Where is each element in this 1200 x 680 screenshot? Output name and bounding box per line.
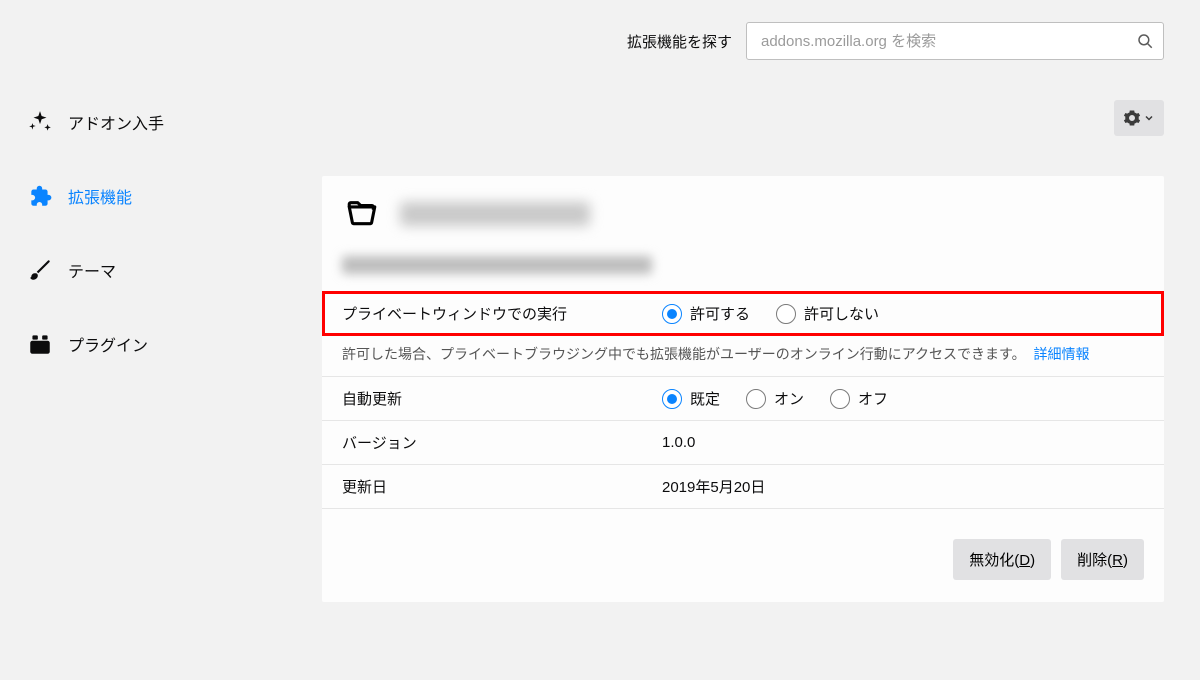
button-label: 無効化 xyxy=(969,552,1014,569)
detail-footer: 無効化(D) 削除(R) xyxy=(322,509,1164,580)
settings-menu-button[interactable] xyxy=(1114,100,1164,136)
updated-value: 2019年5月20日 xyxy=(662,476,765,497)
remove-button[interactable]: 削除(R) xyxy=(1061,539,1144,580)
autoupdate-label: 自動更新 xyxy=(342,388,662,409)
radio-label: 許可しない xyxy=(804,303,879,324)
learn-more-link[interactable]: 詳細情報 xyxy=(1034,346,1090,362)
chevron-down-icon xyxy=(1143,112,1155,124)
button-accelerator: R xyxy=(1112,552,1123,569)
autoupdate-off-radio[interactable]: オフ xyxy=(830,388,888,409)
version-label: バージョン xyxy=(342,432,662,453)
plugin-icon xyxy=(26,330,54,358)
autoupdate-row: 自動更新 既定 オン オフ xyxy=(322,376,1164,420)
sidebar-item-label: アドオン入手 xyxy=(68,110,164,134)
autoupdate-default-radio[interactable]: 既定 xyxy=(662,388,720,409)
sidebar: アドオン入手 拡張機能 テーマ プラグイン xyxy=(22,100,282,396)
radio-icon xyxy=(662,304,682,324)
extension-header xyxy=(322,196,1164,236)
hint-text: 許可した場合、プライベートブラウジング中でも拡張機能がユーザーのオンライン行動に… xyxy=(342,346,1026,362)
radio-icon xyxy=(776,304,796,324)
search-icon[interactable] xyxy=(1135,31,1155,51)
gear-icon xyxy=(1123,109,1141,127)
radio-icon xyxy=(662,389,682,409)
private-deny-radio[interactable]: 許可しない xyxy=(776,303,879,324)
puzzle-icon xyxy=(26,182,54,210)
folder-open-icon xyxy=(342,196,382,232)
sparkle-icon xyxy=(26,108,54,136)
sidebar-item-label: 拡張機能 xyxy=(68,184,132,208)
sidebar-item-label: プラグイン xyxy=(68,332,148,356)
search-bar: 拡張機能を探す xyxy=(0,22,1164,60)
private-browsing-row: プライベートウィンドウでの実行 許可する 許可しない xyxy=(322,291,1164,336)
private-browsing-label: プライベートウィンドウでの実行 xyxy=(342,303,662,324)
radio-icon xyxy=(746,389,766,409)
radio-label: オフ xyxy=(858,388,888,409)
updated-row: 更新日 2019年5月20日 xyxy=(322,464,1164,509)
button-accelerator: D xyxy=(1019,552,1030,569)
sidebar-item-plugins[interactable]: プラグイン xyxy=(22,322,282,366)
private-allow-radio[interactable]: 許可する xyxy=(662,303,750,324)
sidebar-item-themes[interactable]: テーマ xyxy=(22,248,282,292)
radio-label: 既定 xyxy=(690,388,720,409)
search-label: 拡張機能を探す xyxy=(627,31,732,52)
private-browsing-radio-group: 許可する 許可しない xyxy=(662,303,879,324)
autoupdate-on-radio[interactable]: オン xyxy=(746,388,804,409)
paintbrush-icon xyxy=(26,256,54,284)
search-box[interactable] xyxy=(746,22,1164,60)
button-label: 削除 xyxy=(1077,552,1107,569)
private-browsing-hint: 許可した場合、プライベートブラウジング中でも拡張機能がユーザーのオンライン行動に… xyxy=(322,336,1164,376)
sidebar-item-extensions[interactable]: 拡張機能 xyxy=(22,174,282,218)
extension-name-redacted xyxy=(400,202,590,226)
radio-label: 許可する xyxy=(690,303,750,324)
autoupdate-radio-group: 既定 オン オフ xyxy=(662,388,888,409)
disable-button[interactable]: 無効化(D) xyxy=(953,539,1051,580)
radio-icon xyxy=(830,389,850,409)
extension-detail-panel: プライベートウィンドウでの実行 許可する 許可しない 許可した場合、プライベート… xyxy=(322,176,1164,602)
search-input[interactable] xyxy=(759,32,1129,51)
sidebar-item-get-addons[interactable]: アドオン入手 xyxy=(22,100,282,144)
radio-label: オン xyxy=(774,388,804,409)
version-row: バージョン 1.0.0 xyxy=(322,420,1164,464)
version-value: 1.0.0 xyxy=(662,434,695,451)
sidebar-item-label: テーマ xyxy=(68,258,116,282)
extension-description-redacted xyxy=(342,256,652,274)
updated-label: 更新日 xyxy=(342,476,662,497)
